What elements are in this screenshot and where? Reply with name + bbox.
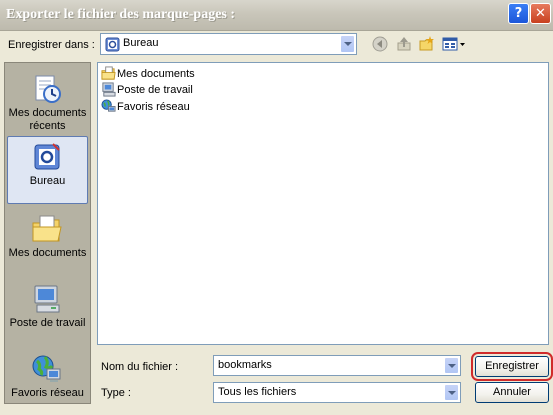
place-my-computer[interactable]: Poste de travail xyxy=(5,277,90,345)
new-folder-icon[interactable] xyxy=(419,36,435,52)
desktop-icon xyxy=(105,37,120,52)
save-in-label: Enregistrer dans : xyxy=(8,39,95,51)
place-my-documents[interactable]: Mes documents xyxy=(5,207,90,275)
file-name: Poste de travail xyxy=(117,84,193,96)
network-places-icon xyxy=(32,355,61,382)
chevron-down-icon[interactable] xyxy=(340,35,355,53)
place-recent-documents[interactable]: Mes documents récents xyxy=(5,67,90,135)
network-places-icon xyxy=(101,99,116,112)
close-button[interactable]: ✕ xyxy=(530,3,551,24)
save-in-value: Bureau xyxy=(123,37,159,49)
my-documents-icon xyxy=(32,215,62,242)
places-bar: Mes documents récents Bureau Mes documen… xyxy=(4,62,91,404)
cancel-button[interactable]: Annuler xyxy=(475,382,549,403)
save-button[interactable]: Enregistrer xyxy=(471,352,553,381)
my-documents-icon xyxy=(101,66,116,80)
help-button[interactable]: ? xyxy=(508,3,529,24)
file-list[interactable]: Mes documents Poste de travail Favoris r… xyxy=(97,62,549,345)
save-in-dropdown[interactable]: Bureau xyxy=(100,33,357,55)
chevron-down-icon[interactable] xyxy=(444,357,459,374)
my-computer-icon xyxy=(34,285,60,313)
file-name: Mes documents xyxy=(117,68,195,80)
filetype-label: Type : xyxy=(101,387,131,399)
filetype-dropdown[interactable]: Tous les fichiers xyxy=(213,382,461,403)
filetype-value: Tous les fichiers xyxy=(218,386,297,398)
place-desktop[interactable]: Bureau xyxy=(7,136,88,204)
place-label: Poste de travail xyxy=(9,317,86,329)
my-computer-icon xyxy=(102,82,116,97)
place-label: Mes documents xyxy=(8,247,87,259)
recent-documents-icon xyxy=(35,75,61,103)
window-title: Exporter le fichier des marque-pages : xyxy=(6,7,236,22)
place-label: Bureau xyxy=(29,175,66,187)
view-menu-icon[interactable] xyxy=(442,36,466,52)
title-bar: Exporter le fichier des marque-pages : ?… xyxy=(0,0,553,31)
place-network-places[interactable]: Favoris réseau xyxy=(5,347,90,415)
chevron-down-icon[interactable] xyxy=(444,384,459,401)
desktop-icon xyxy=(34,143,60,170)
back-icon[interactable] xyxy=(372,36,388,52)
filename-input[interactable]: bookmarks xyxy=(213,355,461,376)
up-folder-icon[interactable] xyxy=(396,36,412,52)
place-label: Mes documents récents xyxy=(8,107,87,132)
filename-value: bookmarks xyxy=(218,359,272,371)
filename-label: Nom du fichier : xyxy=(101,361,179,373)
file-name: Favoris réseau xyxy=(117,101,190,113)
place-label: Favoris réseau xyxy=(11,387,84,399)
